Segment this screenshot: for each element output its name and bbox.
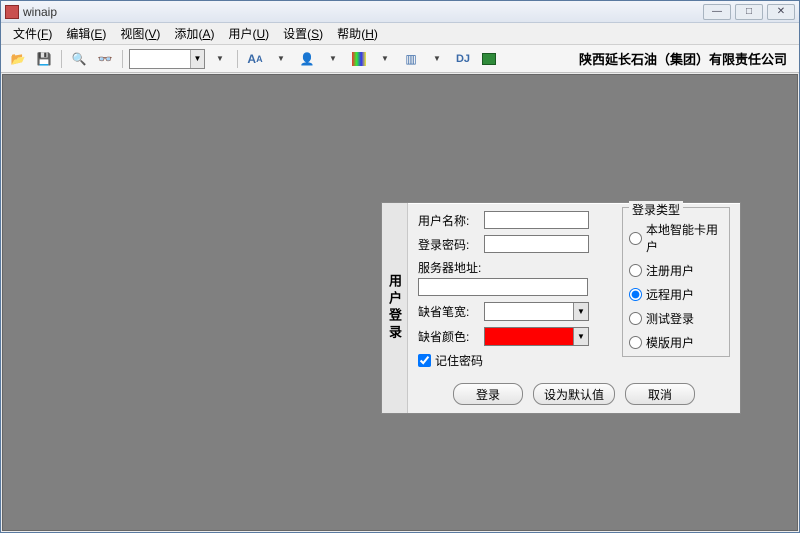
login-dialog: 用户登录 用户名称: 登录密码: 服务器地址: <box>381 202 741 414</box>
chevron-down-icon[interactable]: ▼ <box>190 50 204 68</box>
radio-template[interactable] <box>629 336 642 349</box>
cancel-button[interactable]: 取消 <box>625 383 695 405</box>
chevron-down-icon[interactable]: ▼ <box>573 303 588 320</box>
save-icon[interactable]: 💾 <box>33 48 55 70</box>
color-label: 缺省颜色: <box>418 328 484 345</box>
font-icon[interactable]: AA <box>244 48 266 70</box>
client-area: 用户登录 用户名称: 登录密码: 服务器地址: <box>2 74 798 531</box>
login-dialog-body: 用户名称: 登录密码: 服务器地址: 缺省笔宽: <box>408 203 740 413</box>
penwidth-label: 缺省笔宽: <box>418 303 484 320</box>
server-input[interactable] <box>418 278 588 296</box>
user-icon[interactable]: 👤 <box>296 48 318 70</box>
login-form: 用户名称: 登录密码: 服务器地址: 缺省笔宽: <box>418 211 618 369</box>
find-icon[interactable]: 🔍 <box>68 48 90 70</box>
menu-user[interactable]: 用户(U) <box>222 23 275 44</box>
toolbar-dropdown-icon[interactable]: ▼ <box>322 48 344 70</box>
menu-file[interactable]: 文件(F) <box>7 23 58 44</box>
palette-icon[interactable] <box>348 48 370 70</box>
remember-checkbox[interactable] <box>418 354 431 367</box>
radio-remote[interactable] <box>629 288 642 301</box>
minimize-button[interactable]: — <box>703 4 731 20</box>
toolbar-separator <box>237 50 238 68</box>
toolbar-dropdown-icon[interactable]: ▼ <box>426 48 448 70</box>
window-title: winaip <box>23 5 703 19</box>
radio-register-label: 注册用户 <box>646 262 694 279</box>
username-label: 用户名称: <box>418 212 484 229</box>
toolbar: 📂 💾 🔍 👓 ▼ ▼ AA ▼ 👤 ▼ ▼ ▥ ▼ DJ 陕西延长石油（集团）… <box>1 45 799 73</box>
close-button[interactable]: ✕ <box>767 4 795 20</box>
chevron-down-icon[interactable]: ▼ <box>573 328 588 345</box>
green-tool-icon[interactable] <box>478 48 500 70</box>
penwidth-combo[interactable]: ▼ <box>484 302 589 321</box>
toolbar-separator <box>122 50 123 68</box>
radio-local[interactable] <box>629 232 642 245</box>
login-button[interactable]: 登录 <box>453 383 523 405</box>
menu-view[interactable]: 视图(V) <box>114 23 166 44</box>
menu-settings[interactable]: 设置(S) <box>277 23 329 44</box>
company-label: 陕西延长石油（集团）有限责任公司 <box>579 49 793 68</box>
toolbar-dropdown-icon[interactable]: ▼ <box>209 48 231 70</box>
title-bar: winaip — □ ✕ <box>1 1 799 23</box>
font-combo[interactable]: ▼ <box>129 49 205 69</box>
login-dialog-title: 用户登录 <box>382 203 408 413</box>
color-combo[interactable]: ▼ <box>484 327 589 346</box>
font-combo-input[interactable] <box>130 50 190 68</box>
columns-icon[interactable]: ▥ <box>400 48 422 70</box>
app-window: winaip — □ ✕ 文件(F) 编辑(E) 视图(V) 添加(A) 用户(… <box>0 0 800 533</box>
menu-edit[interactable]: 编辑(E) <box>60 23 112 44</box>
menu-bar: 文件(F) 编辑(E) 视图(V) 添加(A) 用户(U) 设置(S) 帮助(H… <box>1 23 799 45</box>
radio-test[interactable] <box>629 312 642 325</box>
radio-test-label: 测试登录 <box>646 310 694 327</box>
username-input[interactable] <box>484 211 589 229</box>
server-label: 服务器地址: <box>418 261 481 275</box>
login-dialog-buttons: 登录 设为默认值 取消 <box>408 383 740 405</box>
find-next-icon[interactable]: 👓 <box>94 48 116 70</box>
radio-template-label: 模版用户 <box>646 334 694 351</box>
radio-remote-label: 远程用户 <box>646 286 694 303</box>
login-type-legend: 登录类型 <box>629 201 683 218</box>
toolbar-dropdown-icon[interactable]: ▼ <box>374 48 396 70</box>
window-controls: — □ ✕ <box>703 4 795 20</box>
login-type-fieldset: 登录类型 本地智能卡用户 注册用户 远程用户 <box>622 207 730 357</box>
color-value <box>485 328 573 345</box>
password-label: 登录密码: <box>418 236 484 253</box>
remember-label: 记住密码 <box>435 352 483 369</box>
set-default-button[interactable]: 设为默认值 <box>533 383 615 405</box>
toolbar-separator <box>61 50 62 68</box>
menu-help[interactable]: 帮助(H) <box>331 23 384 44</box>
radio-register[interactable] <box>629 264 642 277</box>
toolbar-dropdown-icon[interactable]: ▼ <box>270 48 292 70</box>
radio-local-label: 本地智能卡用户 <box>646 221 723 255</box>
app-icon <box>5 5 19 19</box>
penwidth-value <box>485 303 573 320</box>
maximize-button[interactable]: □ <box>735 4 763 20</box>
open-icon[interactable]: 📂 <box>7 48 29 70</box>
dj-icon[interactable]: DJ <box>452 48 474 70</box>
menu-add[interactable]: 添加(A) <box>168 23 220 44</box>
password-input[interactable] <box>484 235 589 253</box>
